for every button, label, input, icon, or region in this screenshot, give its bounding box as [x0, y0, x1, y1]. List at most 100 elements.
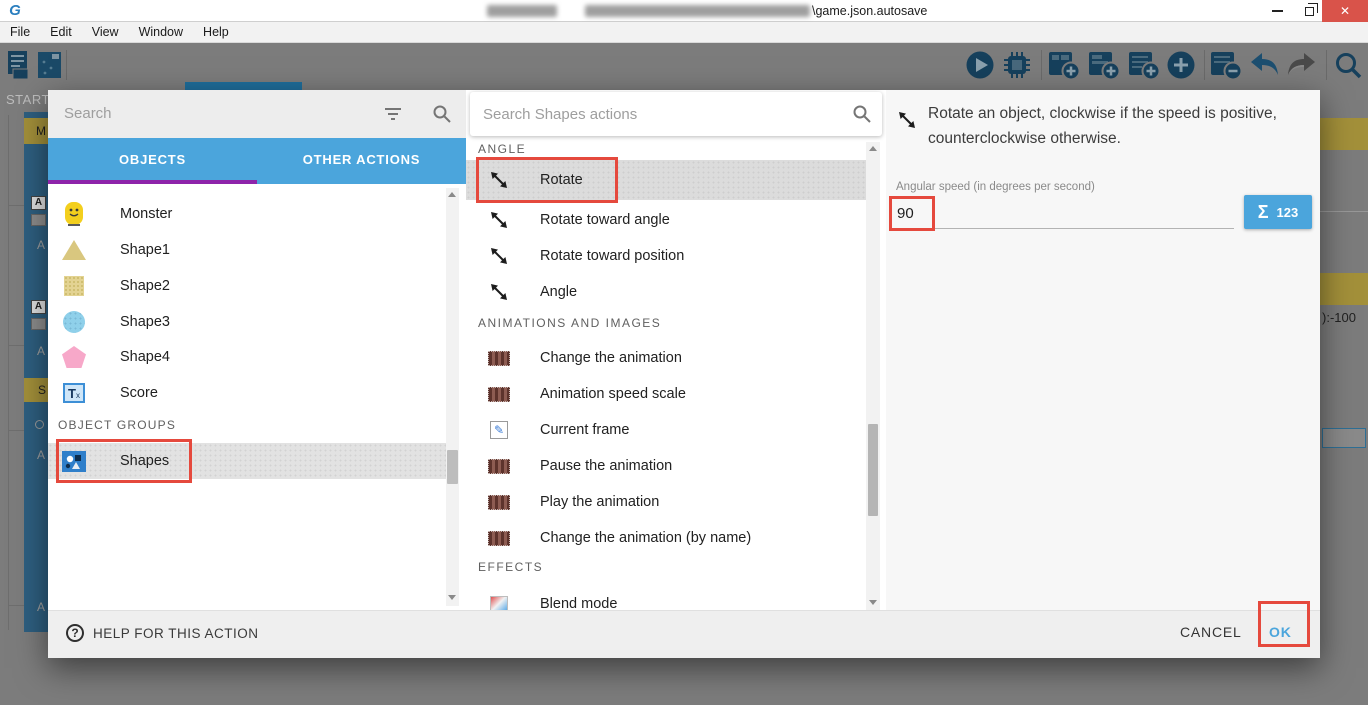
object-name: Shape3: [120, 314, 170, 330]
undo-icon[interactable]: [1248, 50, 1280, 85]
action-fragment: A: [37, 448, 46, 462]
help-icon[interactable]: ?: [66, 624, 84, 642]
list-item-group-shapes[interactable]: Shapes: [48, 443, 446, 479]
film-strip-icon: [486, 494, 512, 510]
comment-event-right: [1320, 118, 1368, 150]
menu-bar: File Edit View Window Help: [0, 22, 1368, 43]
event-conditions-column: [24, 112, 48, 632]
action-label: Current frame: [540, 422, 630, 438]
expression-editor-button[interactable]: Σ 123: [1244, 195, 1312, 229]
action-chip: A: [31, 196, 46, 210]
film-strip-icon: [486, 458, 512, 474]
menu-view[interactable]: View: [82, 22, 129, 43]
action-label: Play the animation: [540, 494, 660, 510]
action-item-angle[interactable]: Angle: [466, 274, 866, 310]
scroll-up-icon[interactable]: [448, 192, 456, 197]
help-link[interactable]: HELP FOR THIS ACTION: [93, 626, 259, 641]
list-item-shape2[interactable]: Shape2: [48, 268, 446, 304]
action-item-rotate[interactable]: Rotate: [466, 160, 866, 200]
debug-icon[interactable]: [1002, 50, 1032, 85]
menu-window[interactable]: Window: [129, 22, 193, 43]
list-item-shape3[interactable]: Shape3: [48, 304, 446, 340]
action-item-animation-speed-scale[interactable]: Animation speed scale: [466, 376, 866, 412]
object-name: Shape2: [120, 278, 170, 294]
actions-search-input[interactable]: Search Shapes actions: [483, 106, 637, 123]
event-connector: [8, 205, 24, 206]
toolbar-separator: [1326, 50, 1327, 80]
menu-help[interactable]: Help: [193, 22, 239, 43]
object-search-input[interactable]: Search: [64, 105, 112, 122]
rotate-icon: [895, 108, 919, 137]
scrollbar-thumb[interactable]: [868, 424, 878, 516]
numbers-icon: 123: [1276, 204, 1299, 220]
list-item-score[interactable]: Tx Score: [48, 375, 446, 411]
redacted-title-text: [487, 5, 557, 17]
redacted-title-text: [585, 5, 810, 17]
square-icon: [60, 276, 88, 296]
angular-speed-input[interactable]: [897, 200, 1227, 226]
film-strip-icon: [486, 530, 512, 546]
action-item-current-frame[interactable]: ✎ Current frame: [466, 412, 866, 448]
action-label: Pause the animation: [540, 458, 673, 474]
scene-editor-icon[interactable]: [37, 50, 63, 85]
add-event-icon[interactable]: [1088, 50, 1121, 85]
project-manager-icon[interactable]: [7, 50, 33, 85]
action-fragment: A: [37, 344, 46, 358]
search-icon[interactable]: [1334, 51, 1362, 84]
play-icon[interactable]: [965, 50, 995, 85]
section-header-angle: ANGLE: [478, 142, 527, 156]
search-icon[interactable]: [432, 104, 452, 129]
actions-scrollbar[interactable]: [866, 142, 880, 612]
action-item-change-animation[interactable]: Change the animation: [466, 340, 866, 376]
add-sub-event-icon[interactable]: [1048, 50, 1081, 85]
restore-button[interactable]: [1294, 0, 1324, 22]
search-icon[interactable]: [852, 104, 872, 129]
list-item-monster[interactable]: Monster: [48, 196, 446, 232]
menu-file[interactable]: File: [0, 22, 40, 43]
comment-fragment: M: [36, 124, 46, 138]
group-name: Shapes: [120, 453, 170, 469]
monster-icon: [60, 201, 88, 227]
expression-fragment: ):-100: [1322, 310, 1356, 325]
objects-scrollbar[interactable]: [446, 188, 459, 606]
menu-edit[interactable]: Edit: [40, 22, 82, 43]
param-label: Angular speed (in degrees per second): [896, 181, 1095, 193]
tab-objects[interactable]: OBJECTS: [48, 138, 257, 184]
frame-edit-icon: ✎: [486, 421, 512, 439]
active-tab-indicator: [48, 180, 257, 184]
object-groups-header: OBJECT GROUPS: [58, 418, 177, 432]
action-detail-panel: [886, 90, 1320, 610]
triangle-icon: [60, 240, 88, 260]
add-circle-icon[interactable]: [1166, 50, 1196, 85]
scroll-down-icon[interactable]: [869, 600, 877, 605]
action-label: Change the animation: [540, 350, 682, 366]
filter-icon[interactable]: [382, 106, 404, 127]
add-comment-icon[interactable]: [1128, 50, 1161, 85]
scroll-up-icon[interactable]: [869, 146, 877, 151]
close-button[interactable]: ✕: [1322, 0, 1368, 22]
redo-icon[interactable]: [1286, 50, 1318, 85]
action-label: Rotate toward angle: [540, 212, 670, 228]
ok-button[interactable]: OK: [1269, 624, 1292, 640]
cancel-button[interactable]: CANCEL: [1180, 624, 1242, 640]
scroll-down-icon[interactable]: [448, 595, 456, 600]
pentagon-icon: [60, 346, 88, 368]
action-item-pause-animation[interactable]: Pause the animation: [466, 448, 866, 484]
comment-fragment: S: [38, 383, 47, 397]
tab-other-actions[interactable]: OTHER ACTIONS: [257, 138, 466, 184]
action-fragment: A: [37, 238, 46, 252]
action-item-rotate-toward-position[interactable]: Rotate toward position: [466, 238, 866, 274]
scrollbar-thumb[interactable]: [447, 450, 458, 484]
section-header-effects: EFFECTS: [478, 560, 544, 574]
action-item-rotate-toward-angle[interactable]: Rotate toward angle: [466, 202, 866, 238]
section-header-animations: ANIMATIONS AND IMAGES: [478, 316, 662, 330]
object-name: Score: [120, 385, 158, 401]
delete-event-icon[interactable]: [1210, 50, 1243, 85]
minimize-button[interactable]: [1262, 0, 1292, 22]
list-item-shape4[interactable]: Shape4: [48, 339, 446, 375]
action-item-play-animation[interactable]: Play the animation: [466, 484, 866, 520]
action-item-change-animation-by-name[interactable]: Change the animation (by name): [466, 520, 866, 556]
film-strip-icon: [486, 350, 512, 366]
action-label: Animation speed scale: [540, 386, 686, 402]
list-item-shape1[interactable]: Shape1: [48, 232, 446, 268]
